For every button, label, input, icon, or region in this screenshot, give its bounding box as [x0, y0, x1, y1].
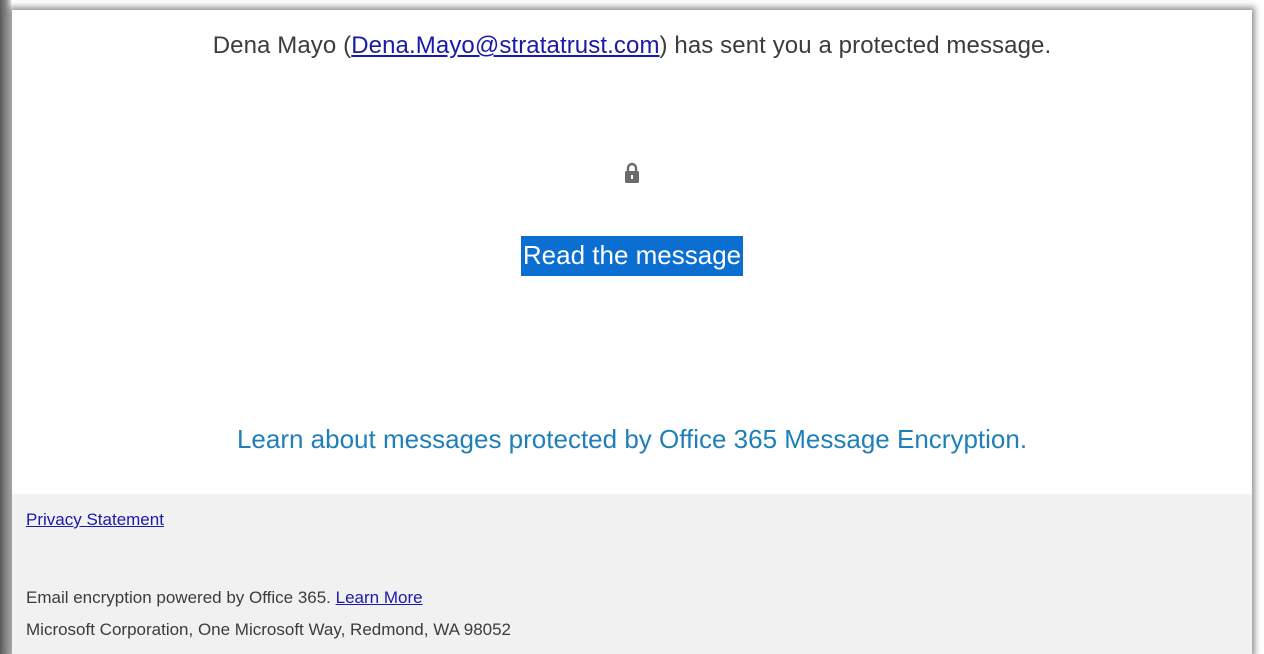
sender-email-link[interactable]: Dena.Mayo@stratatrust.com — [351, 32, 659, 59]
read-message-button[interactable]: Read the message — [520, 236, 744, 276]
learn-more-link[interactable]: Learn More — [336, 588, 423, 607]
sender-line: Dena Mayo (Dena.Mayo@stratatrust.com) ha… — [12, 32, 1252, 60]
learn-about-encryption-text: Learn about messages protected by Office… — [236, 424, 1028, 454]
sent-text: ) has sent you a protected message. — [659, 32, 1052, 59]
footer: Privacy Statement Email encryption power… — [12, 494, 1252, 654]
lock-icon — [625, 162, 639, 183]
window-frame: Dena Mayo (Dena.Mayo@stratatrust.com) ha… — [0, 0, 1264, 654]
message-panel: Dena Mayo (Dena.Mayo@stratatrust.com) ha… — [12, 10, 1252, 494]
email-body: Dena Mayo (Dena.Mayo@stratatrust.com) ha… — [12, 10, 1252, 654]
read-button-container: Read the message — [12, 236, 1252, 276]
powered-by-line: Email encryption powered by Office 365. … — [26, 588, 423, 608]
privacy-statement-link[interactable]: Privacy Statement — [26, 510, 164, 530]
company-address: Microsoft Corporation, One Microsoft Way… — [26, 620, 512, 639]
sender-name: Dena Mayo — [212, 32, 337, 59]
powered-by-text: Email encryption powered by Office 365. — [26, 588, 331, 607]
